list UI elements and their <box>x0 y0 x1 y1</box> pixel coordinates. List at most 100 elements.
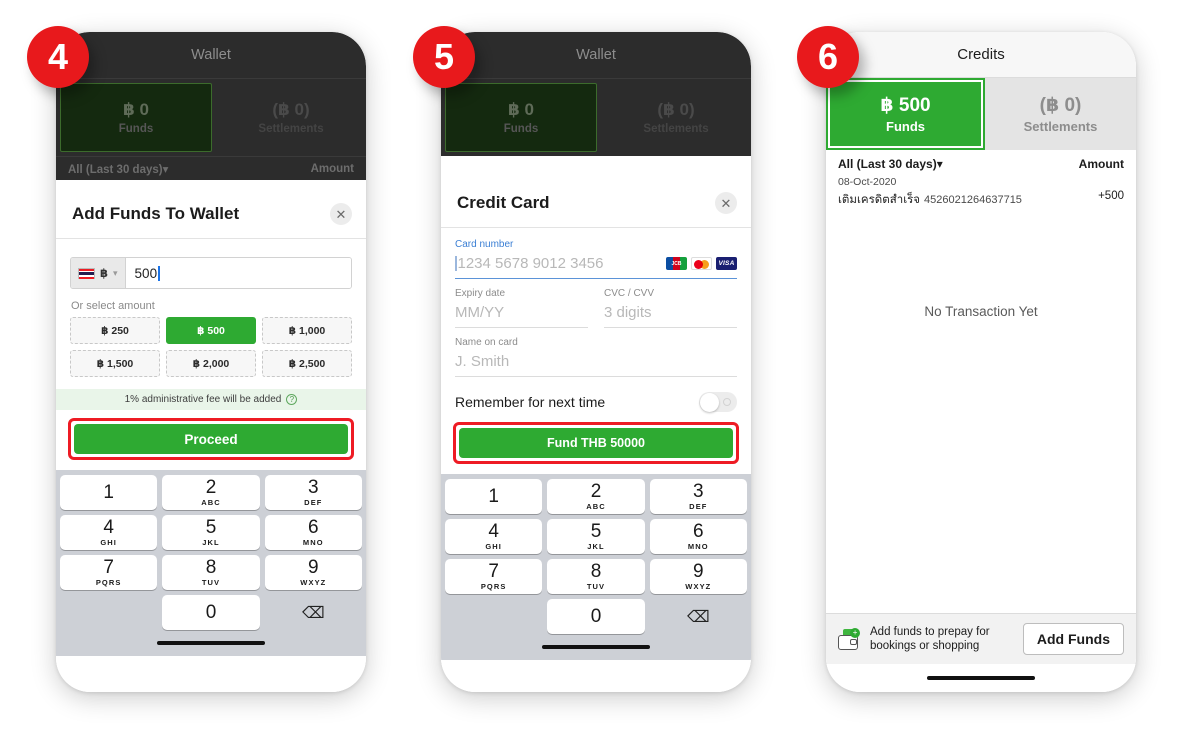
chevron-down-icon[interactable]: ▾ <box>113 268 118 279</box>
key-digit: 4 <box>103 517 114 538</box>
key-0[interactable]: 0 <box>547 599 645 634</box>
screen-step-6: Credits ฿ 500 Funds (฿ 0) Settlements Al… <box>826 32 1136 692</box>
backspace-icon[interactable]: ⌫ <box>265 595 362 630</box>
key-letters: WXYZ <box>300 578 327 587</box>
amount-input[interactable]: 500 <box>125 258 351 288</box>
add-funds-button[interactable]: Add Funds <box>1022 623 1124 655</box>
phone-mockup-step-5: Wallet ฿ 0 Funds (฿ 0) Settlements Credi… <box>441 32 751 692</box>
screenshot-stage: Wallet ฿ 0 Funds (฿ 0) Settlements All (… <box>0 0 1200 756</box>
text-caret <box>158 265 160 281</box>
card-number-field[interactable]: Card number 1234 5678 9012 3456 JCB VISA <box>455 230 737 279</box>
amount-chip-selected[interactable]: ฿ 500 <box>166 317 256 344</box>
question-mark-icon[interactable]: ? <box>286 394 298 405</box>
settlements-amount: (฿ 0) <box>272 100 310 119</box>
key-8[interactable]: 8 TUV <box>547 559 645 594</box>
key-blank <box>60 595 157 630</box>
key-digit: 8 <box>205 557 217 578</box>
key-3[interactable]: 3 DEF <box>649 479 747 514</box>
amount-chip[interactable]: ฿ 1,500 <box>70 350 160 377</box>
key-digit: 7 <box>488 561 499 582</box>
add-funds-bar: + Add funds to prepay for bookings or sh… <box>826 613 1136 664</box>
key-1[interactable]: 1 <box>445 479 543 514</box>
table-row[interactable]: 08-Oct-2020 เติมเครดิตสำเร็จ 452602126463… <box>826 176 1136 209</box>
toggle-off-icon <box>723 398 731 406</box>
settlements-card[interactable]: (฿ 0) Settlements <box>601 79 751 156</box>
amount-value: 500 <box>134 265 158 281</box>
screen-step-5: Wallet ฿ 0 Funds (฿ 0) Settlements Credi… <box>441 32 751 692</box>
key-letters: DEF <box>689 502 708 511</box>
fee-note: 1% administrative fee will be added <box>124 394 282 405</box>
funds-amount: ฿ 0 <box>507 100 534 119</box>
screen-step-4: Wallet ฿ 0 Funds (฿ 0) Settlements All (… <box>56 32 366 692</box>
jcb-icon: JCB <box>666 257 687 270</box>
name-on-card-field[interactable]: Name on card J. Smith <box>455 328 737 377</box>
amount-chip[interactable]: ฿ 250 <box>70 317 160 344</box>
amount-input-row[interactable]: ฿ ▾ 500 <box>70 257 352 289</box>
keypad-bottom <box>60 630 362 656</box>
expiry-input[interactable]: MM/YY <box>455 299 588 328</box>
balance-cards: ฿ 0 Funds (฿ 0) Settlements <box>441 78 751 156</box>
add-funds-hint-line2: bookings or shopping <box>870 640 980 652</box>
nav-title: Wallet <box>191 47 231 63</box>
backspace-icon[interactable]: ⌫ <box>650 599 747 634</box>
keypad-grid: 1 2 ABC 3 DEF 4 GHI 5 JKL 6 MNO 7 PQRS 8 TUV 9W… <box>60 475 362 630</box>
keypad-grid: 1 2 ABC 3 DEF 4 GHI 5 JKL 6 MNO 7 PQRS 8 TUV 9W… <box>445 479 747 634</box>
key-5[interactable]: 5 JKL <box>547 519 645 554</box>
key-7[interactable]: 7 PQRS <box>60 555 158 590</box>
key-digit: 9 <box>308 557 319 578</box>
transaction-list-header: All (Last 30 days)▾ Amount <box>826 150 1136 176</box>
filter-dropdown[interactable]: All (Last 30 days)▾ <box>68 162 168 176</box>
fund-button[interactable]: Fund THB 50000 <box>459 428 733 458</box>
currency-selector[interactable]: ฿ ▾ <box>71 258 126 288</box>
funds-card[interactable]: ฿ 0 Funds <box>445 83 597 152</box>
key-digit: 2 <box>205 477 217 498</box>
key-digit: 1 <box>103 481 114 503</box>
key-7[interactable]: 7 PQRS <box>445 559 543 594</box>
balance-cards: ฿ 0 Funds (฿ 0) Settlements <box>56 78 366 156</box>
key-5[interactable]: 5 JKL <box>162 515 260 550</box>
close-icon[interactable]: ✕ <box>330 203 352 225</box>
key-9[interactable]: 9 WXYZ <box>264 555 362 590</box>
remember-toggle[interactable] <box>699 392 737 412</box>
key-digit: 1 <box>488 485 499 507</box>
expiry-field[interactable]: Expiry date MM/YY <box>455 279 588 328</box>
settlements-label: Settlements <box>258 123 324 135</box>
key-letters: GHI <box>485 542 502 551</box>
key-3[interactable]: 3 DEF <box>264 475 362 510</box>
key-4[interactable]: 4 GHI <box>60 515 158 550</box>
remember-label: Remember for next time <box>455 394 606 410</box>
key-letters: PQRS <box>480 582 507 591</box>
funds-card[interactable]: ฿ 500 Funds <box>826 78 985 150</box>
key-9[interactable]: 9 WXYZ <box>649 559 747 594</box>
cvc-field[interactable]: CVC / CVV 3 digits <box>604 279 737 328</box>
key-6[interactable]: 6 MNO <box>264 515 362 550</box>
cvc-label: CVC / CVV <box>604 288 655 299</box>
settlements-label: Settlements <box>1023 119 1098 134</box>
key-4[interactable]: 4 GHI <box>445 519 543 554</box>
amount-chip[interactable]: ฿ 1,000 <box>262 317 352 344</box>
funds-card[interactable]: ฿ 0 Funds <box>60 83 212 152</box>
add-funds-hint-line1: Add funds to prepay for <box>870 625 990 638</box>
key-6[interactable]: 6 MNO <box>649 519 747 554</box>
key-2[interactable]: 2 ABC <box>162 475 260 510</box>
transaction-description-text: เติมเครดิตสำเร็จ <box>838 194 921 206</box>
close-icon[interactable]: ✕ <box>715 192 737 214</box>
settlements-card[interactable]: (฿ 0) Settlements <box>985 78 1136 150</box>
proceed-button[interactable]: Proceed <box>74 424 348 454</box>
key-1[interactable]: 1 <box>60 475 158 510</box>
proceed-highlight: Proceed <box>68 418 354 460</box>
amount-chip[interactable]: ฿ 2,500 <box>262 350 352 377</box>
key-0[interactable]: 0 <box>162 595 260 630</box>
cvc-input[interactable]: 3 digits <box>604 299 737 328</box>
home-indicator <box>157 641 265 645</box>
settlements-card[interactable]: (฿ 0) Settlements <box>216 79 366 156</box>
funds-label: Funds <box>118 123 154 135</box>
filter-dropdown[interactable]: All (Last 30 days)▾ <box>838 157 943 171</box>
key-2[interactable]: 2 ABC <box>547 479 645 514</box>
amount-chip[interactable]: ฿ 2,000 <box>166 350 256 377</box>
card-number-input[interactable]: 1234 5678 9012 3456 JCB VISA <box>455 250 737 279</box>
transaction-list-body: No Transaction Yet <box>826 209 1136 613</box>
transaction-reference: 4526021264637715 <box>924 194 1022 206</box>
name-input[interactable]: J. Smith <box>455 348 737 377</box>
key-8[interactable]: 8 TUV <box>162 555 260 590</box>
